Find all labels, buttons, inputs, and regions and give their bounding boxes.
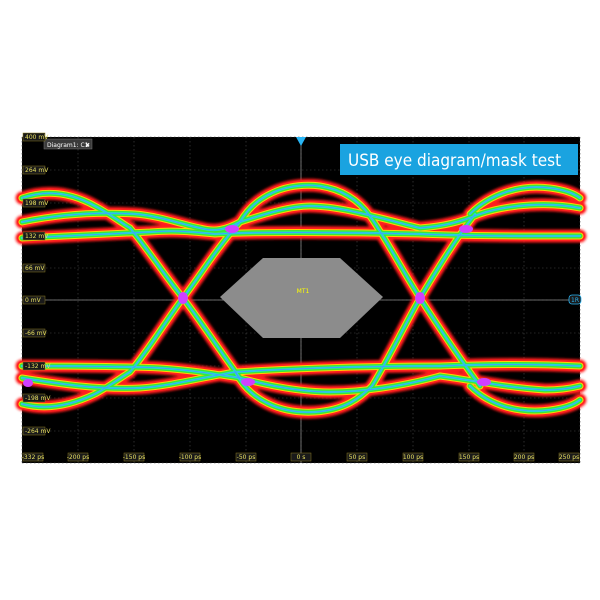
x-tick-label: 100 ps (403, 454, 423, 461)
y-tick: 264 mV (22, 165, 49, 175)
y-tick-label: 198 mV (25, 200, 49, 207)
y-tick: -264 mV (22, 426, 51, 436)
y-tick: 198 mV (22, 198, 49, 208)
y-tick: 0 mV (22, 295, 46, 305)
x-tick-label: 200 ps (514, 454, 534, 461)
reference-level-marker[interactable]: 1R (568, 294, 582, 305)
banner-title: USB eye diagram/mask test (348, 151, 561, 171)
x-tick: 50 ps (346, 452, 368, 462)
y-tick-label: -198 mV (25, 395, 51, 402)
y-tick: -132 mV (22, 361, 51, 371)
x-tick: 150 ps (458, 452, 480, 462)
x-tick: -100 ps (179, 452, 201, 462)
y-tick-label: 264 mV (25, 167, 49, 174)
y-tick: 400 mV (22, 132, 49, 142)
x-tick-label: -150 ps (123, 454, 145, 461)
y-tick-label: 0 mV (25, 297, 42, 304)
y-tick-label: 132 mV (25, 233, 49, 240)
y-tick-label: 400 mV (25, 134, 49, 141)
y-tick-label: -66 mV (25, 330, 48, 337)
x-tick-label: -50 ps (237, 454, 256, 461)
x-tick: 200 ps (513, 452, 535, 462)
x-tick-label: 250 ps (559, 454, 579, 461)
x-tick-label: 0 s (297, 454, 306, 461)
eye-diagram-window: MT1 1R Diagram1: C1 ✖ USB eye diagram/ma… (15, 132, 587, 464)
y-tick-label: -132 mV (25, 363, 51, 370)
x-tick: -200 ps (67, 452, 89, 462)
x-tick-label: 50 ps (349, 454, 365, 461)
x-tick: -150 ps (123, 452, 145, 462)
y-tick-label: 66 mV (25, 265, 45, 272)
x-tick: 100 ps (402, 452, 424, 462)
diagram-tab-label: Diagram1: C1 (47, 142, 89, 149)
x-tick-label: -200 ps (67, 454, 89, 461)
x-tick: -50 ps (235, 452, 257, 462)
y-tick: -66 mV (22, 328, 48, 338)
title-banner: USB eye diagram/mask test (340, 144, 578, 175)
x-tick-label: -100 ps (179, 454, 201, 461)
diagram-tab[interactable]: Diagram1: C1 ✖ (43, 138, 93, 150)
y-tick-label: -264 mV (25, 428, 51, 435)
mask-label: MT1 (297, 288, 310, 295)
y-tick: 132 mV (22, 231, 49, 241)
x-tick-label: 150 ps (459, 454, 479, 461)
x-tick: 0 s (290, 452, 312, 462)
close-icon[interactable]: ✖ (85, 142, 90, 149)
x-tick: -332 ps (22, 452, 44, 462)
x-tick-label: -332 ps (22, 454, 44, 461)
x-tick: 250 ps (558, 452, 580, 462)
reference-level-label: 1R (571, 297, 579, 304)
y-tick: 66 mV (22, 263, 45, 273)
y-tick: -198 mV (22, 393, 51, 403)
